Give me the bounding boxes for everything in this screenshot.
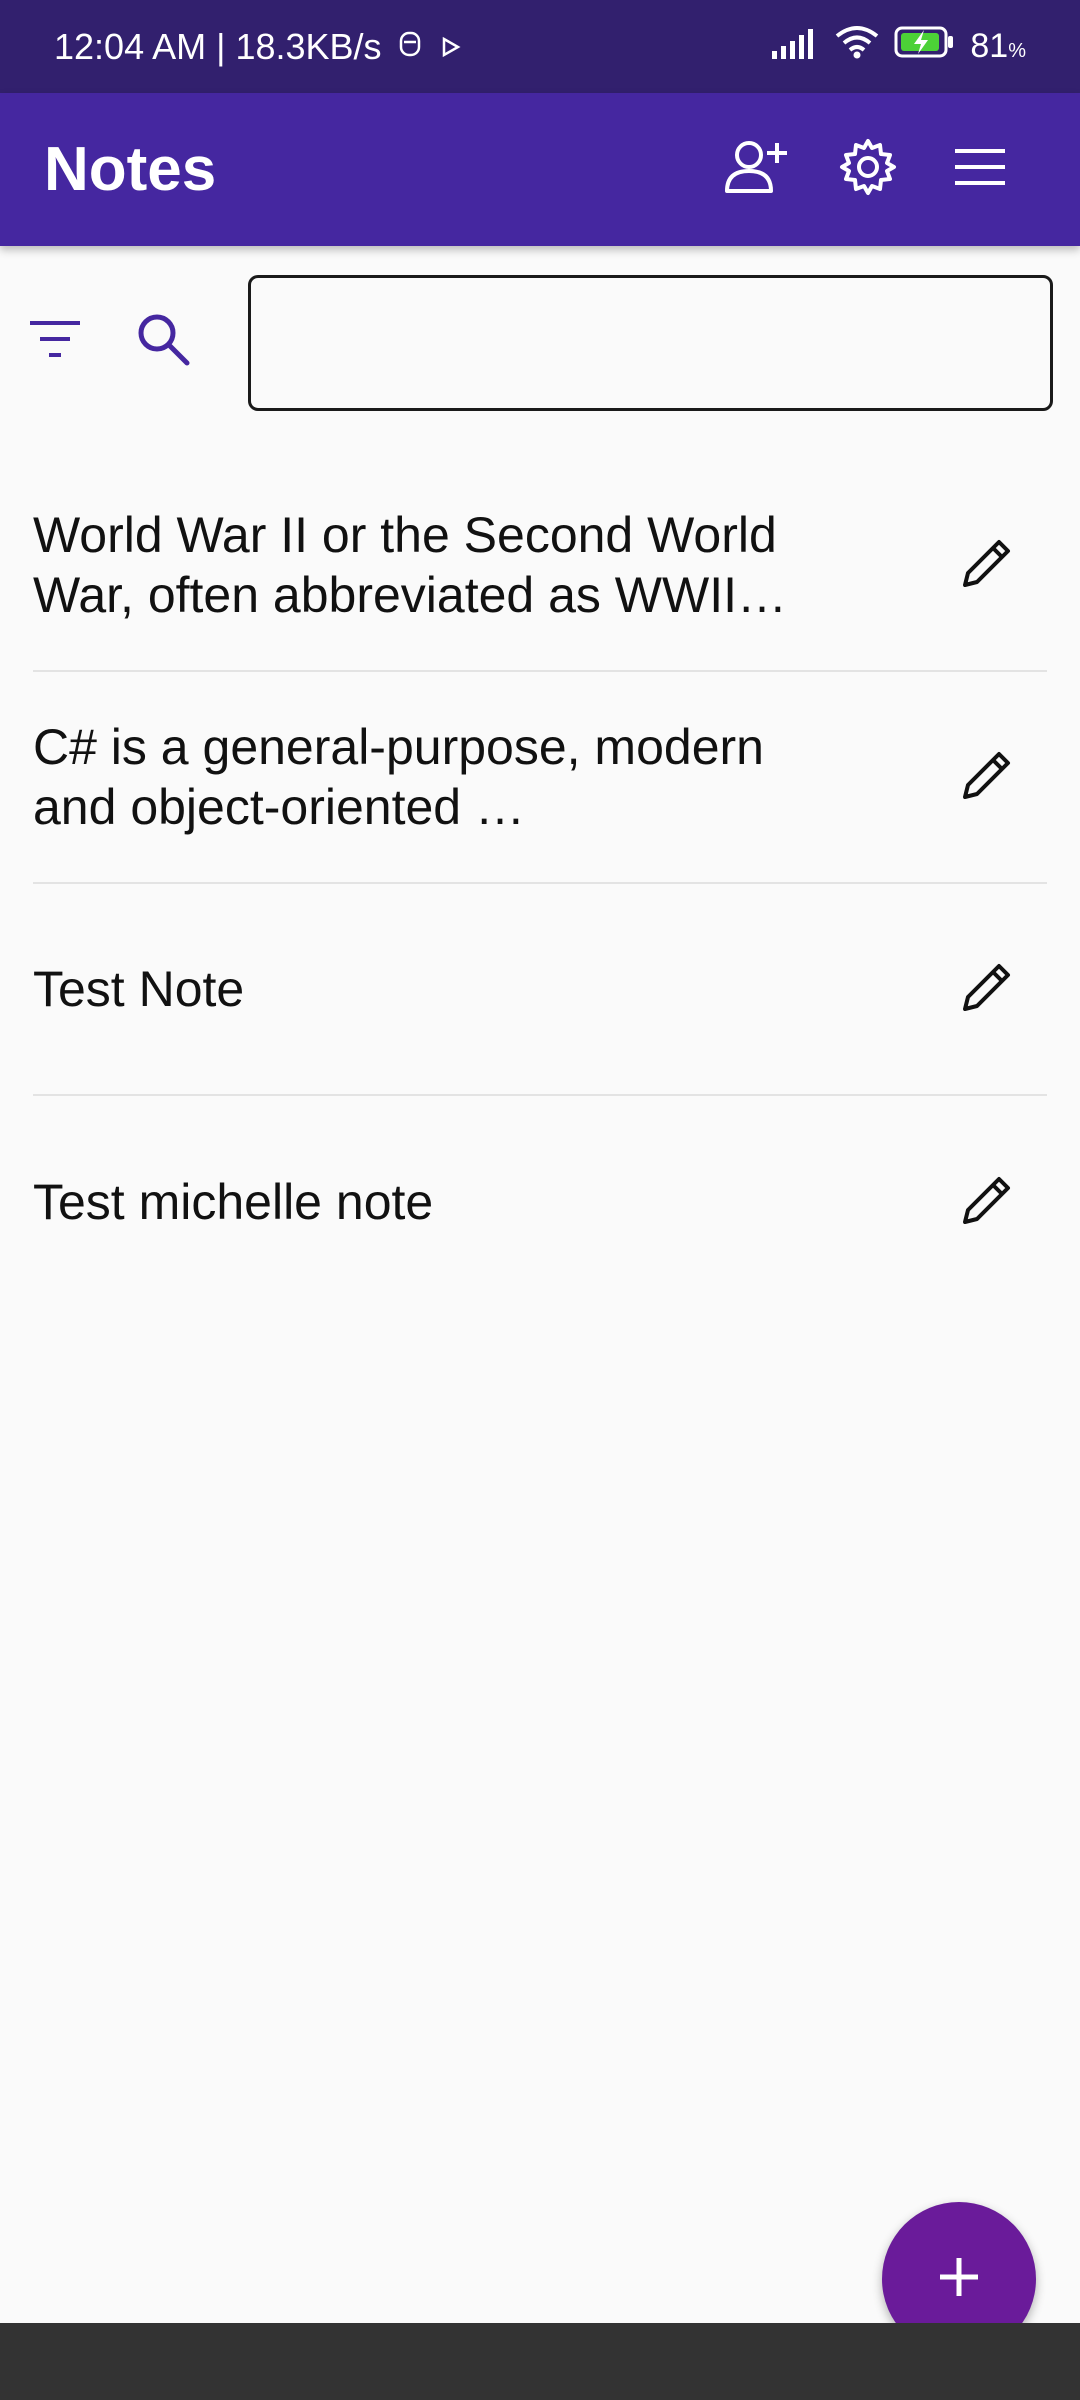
menu-button[interactable]	[924, 114, 1036, 226]
edit-note-button[interactable]	[947, 949, 1027, 1029]
signal-icon	[770, 26, 820, 68]
app-bar: Notes	[0, 93, 1080, 246]
wifi-icon	[834, 25, 880, 68]
search-button[interactable]	[128, 306, 198, 376]
edit-note-button[interactable]	[947, 525, 1027, 605]
page-title: Notes	[44, 135, 217, 204]
status-right: 81%	[770, 25, 1026, 68]
battery-icon	[894, 25, 956, 68]
system-nav-bar	[0, 2323, 1080, 2400]
note-item[interactable]: Test michelle note	[33, 1096, 1047, 1308]
battery-percent-unit: %	[1008, 40, 1026, 62]
note-title: World War II or the Second World War, of…	[33, 507, 787, 623]
note-title: Test michelle note	[33, 1174, 434, 1230]
edit-note-button[interactable]	[947, 737, 1027, 817]
pencil-icon	[959, 747, 1015, 808]
edit-note-button[interactable]	[947, 1162, 1027, 1242]
mask-icon	[398, 26, 422, 68]
note-list: World War II or the Second World War, of…	[0, 460, 1080, 1308]
note-item[interactable]: World War II or the Second World War, of…	[33, 460, 1047, 672]
settings-button[interactable]	[812, 114, 924, 226]
note-item[interactable]: Test Note	[33, 884, 1047, 1096]
search-icon	[135, 311, 191, 372]
status-bar: 12:04 AM | 18.3KB/s 81%	[0, 0, 1080, 93]
battery-percent: 81%	[970, 27, 1026, 66]
filter-button[interactable]	[20, 306, 90, 376]
search-row	[0, 246, 1080, 436]
menu-icon	[953, 147, 1007, 192]
app-bar-actions	[700, 114, 1036, 226]
note-title: Test Note	[33, 961, 245, 1017]
pencil-icon	[959, 535, 1015, 596]
settings-icon	[838, 137, 898, 202]
add-collaborator-button[interactable]	[700, 114, 812, 226]
plus-icon	[936, 2254, 982, 2305]
add-person-icon	[723, 139, 789, 200]
pencil-icon	[959, 959, 1015, 1020]
search-input[interactable]	[248, 275, 1053, 411]
status-left: 12:04 AM | 18.3KB/s	[54, 26, 462, 68]
note-title: C# is a general-purpose, modern and obje…	[33, 719, 764, 835]
note-item[interactable]: C# is a general-purpose, modern and obje…	[33, 672, 1047, 884]
pencil-icon	[959, 1172, 1015, 1233]
battery-percent-value: 81	[970, 27, 1009, 65]
play-icon	[438, 26, 462, 68]
status-time-speed: 12:04 AM | 18.3KB/s	[54, 25, 382, 67]
filter-icon	[28, 319, 82, 364]
